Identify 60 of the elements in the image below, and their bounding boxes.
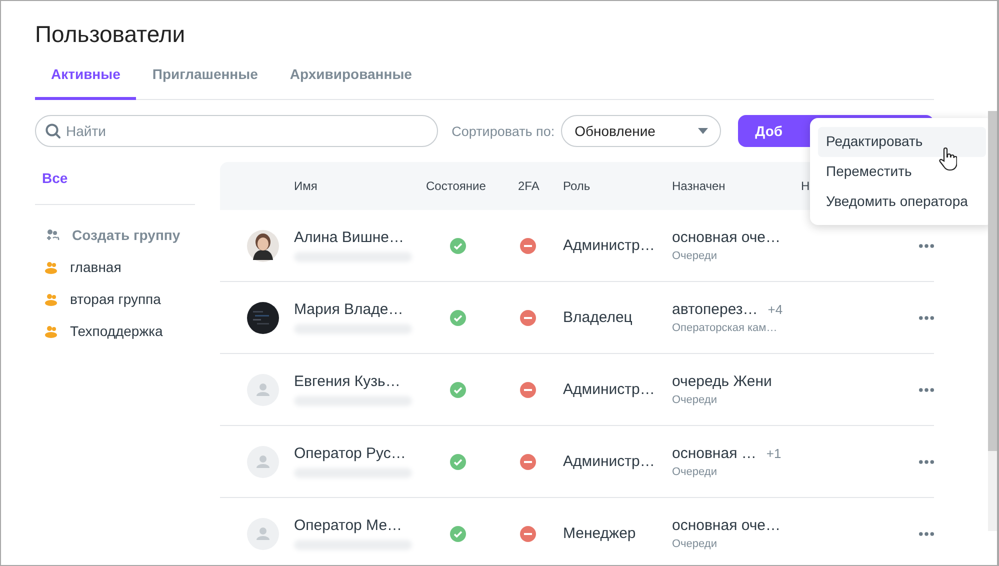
sort-label: Сортировать по: — [452, 124, 555, 138]
column-header: Назначен — [672, 179, 726, 193]
column-header: 2FA — [518, 179, 540, 193]
more-icon — [919, 532, 934, 536]
users-icon — [44, 260, 58, 274]
user-name: Алина Вишне… — [294, 229, 405, 246]
user-avatar-icon — [247, 374, 279, 406]
column-header: Роль — [563, 179, 590, 193]
user-name: Оператор Ме… — [294, 517, 404, 534]
column-header: Н — [801, 179, 810, 193]
tab[interactable]: Архивированные — [274, 57, 428, 100]
user-name: Мария Владе… — [294, 301, 404, 318]
queue-group: Очереди — [672, 394, 801, 406]
table-cell-text: Администр… — [563, 381, 656, 398]
create-group-link[interactable]: Создать группу — [35, 219, 195, 251]
queue-name: основная … — [672, 445, 756, 462]
search-field[interactable]: Найти — [35, 115, 438, 147]
users-icon — [44, 292, 58, 306]
menu-item[interactable]: Редактировать — [818, 127, 986, 157]
extra-count: +1 — [766, 446, 782, 461]
queue-group: Операторская кам… — [672, 322, 801, 334]
tab[interactable]: Активные — [35, 57, 136, 100]
menu-item[interactable]: Переместить — [818, 157, 986, 187]
menu-item[interactable]: Уведомить оператора — [818, 187, 986, 217]
search-icon — [45, 123, 61, 139]
queue-name: очередь Жени — [672, 373, 772, 390]
queue-group: Очереди — [672, 538, 801, 550]
user-name: Евгения Кузь… — [294, 373, 402, 390]
hand-cursor-icon — [939, 147, 957, 171]
queue-name: основная оче… — [672, 517, 781, 534]
more-icon — [919, 388, 934, 392]
scrollbar[interactable] — [988, 111, 997, 531]
table-cell-text: Владелец — [563, 309, 634, 326]
page-title: Пользователи — [35, 21, 186, 49]
extra-count: +4 — [768, 302, 783, 317]
queue-name: автоперез… — [672, 301, 758, 318]
table-cell-text: Администр… — [563, 237, 656, 254]
queue-name: основная оче… — [672, 229, 781, 246]
person-avatar — [247, 230, 279, 262]
group-item[interactable]: главная — [35, 251, 195, 283]
users-icon — [44, 324, 58, 338]
queue-group: Очереди — [672, 466, 801, 478]
add-group-icon — [44, 228, 60, 242]
user-avatar-icon — [247, 518, 279, 550]
more-icon — [919, 460, 934, 464]
more-icon — [919, 316, 934, 320]
tab[interactable]: Приглашенные — [136, 57, 274, 100]
group-filter[interactable]: Все — [35, 170, 195, 188]
group-item[interactable]: вторая группа — [35, 283, 195, 315]
caret-icon — [698, 128, 708, 134]
user-name: Оператор Рус… — [294, 445, 407, 462]
table-cell-text: Менеджер — [563, 525, 637, 542]
more-icon — [919, 244, 934, 248]
user-avatar-icon — [247, 446, 279, 478]
column-header: Имя — [294, 179, 318, 193]
column-header: Состояние — [426, 179, 486, 193]
sort-dropdown[interactable]: Обновление — [560, 115, 722, 147]
queue-group: Очереди — [672, 250, 801, 262]
group-item[interactable]: Техподдержка — [35, 315, 195, 347]
table-cell-text: Администр… — [563, 453, 656, 470]
